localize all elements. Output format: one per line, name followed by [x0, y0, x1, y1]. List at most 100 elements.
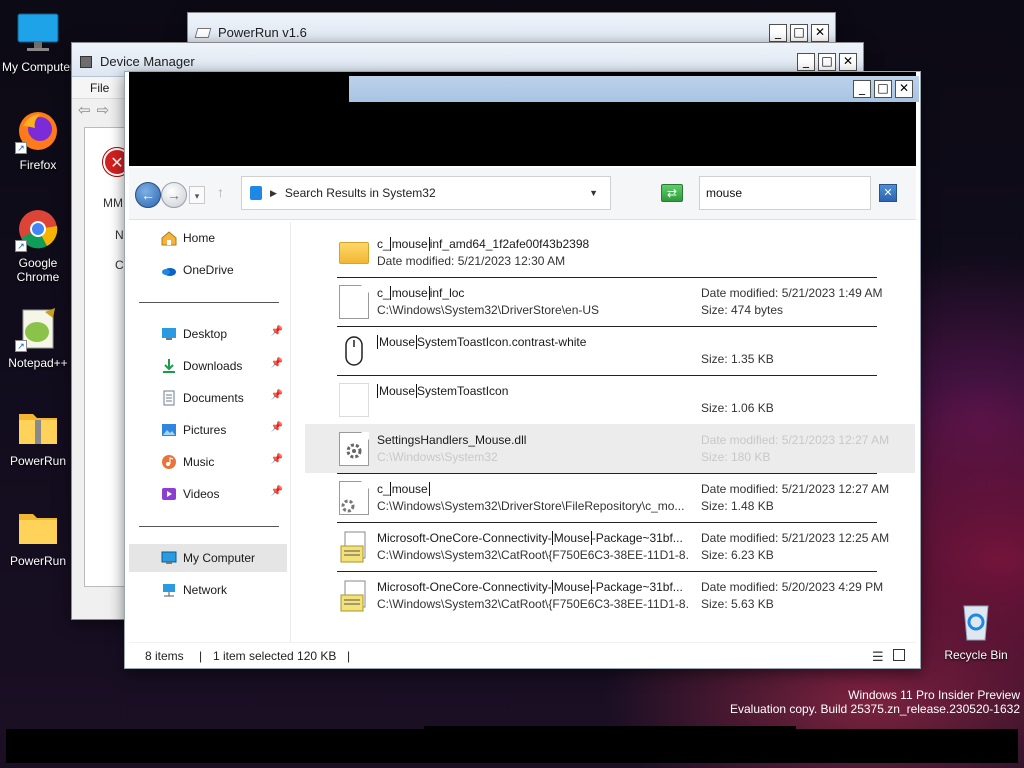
network-icon [163, 584, 175, 597]
desktop-icon [162, 328, 176, 340]
result-size: Size: 474 bytes [701, 303, 784, 317]
nav-divider [139, 302, 279, 303]
desktop-icon-label: My Computer [1, 60, 75, 74]
desktop-icon-my-computer[interactable]: My Computer [0, 10, 76, 74]
tiles-view-icon[interactable] [893, 649, 905, 661]
forward-arrow-icon[interactable]: ⇨ [97, 102, 116, 119]
minimize-button[interactable]: _ [853, 80, 871, 98]
refresh-button[interactable]: ⇄ [661, 184, 683, 202]
result-size: Size: 5.63 KB [701, 597, 774, 611]
explorer-titlebar[interactable]: _ □ ✕ [349, 76, 919, 102]
breadcrumb-caret-icon[interactable]: ▶ [270, 188, 277, 199]
shortcut-arrow-icon: ↗ [15, 240, 27, 252]
device-manager-app-icon [80, 55, 92, 68]
result-path: C:\Windows\System32\CatRoot\{F750E6C3-38… [377, 548, 689, 562]
search-highlight: mouse [389, 237, 430, 251]
back-arrow-icon[interactable]: ⇦ [78, 102, 97, 119]
inf-gear-icon [339, 481, 369, 515]
watermark-edition: Windows 11 Pro Insider Preview [848, 688, 1020, 702]
nav-item-music[interactable]: Music 📌 [129, 448, 287, 476]
maximize-button[interactable]: □ [874, 80, 892, 98]
result-row[interactable]: Microsoft-OneCore-Connectivity- Mouse -Pac… [321, 571, 895, 620]
pin-icon[interactable]: 📌 [271, 358, 283, 369]
details-view-icon[interactable]: ☰ [872, 649, 884, 665]
search-location-icon [250, 186, 262, 200]
search-input[interactable]: mouse [699, 176, 871, 210]
nav-item-my-computer[interactable]: My Computer [129, 544, 287, 572]
result-date: Date modified: 5/21/2023 1:49 AM [701, 286, 883, 300]
search-highlight: Mouse [551, 531, 592, 545]
maximize-button[interactable]: □ [818, 52, 836, 71]
result-row[interactable]: c_ mouse C:\Windows\System32\DriverStore\… [321, 473, 895, 522]
minimize-button[interactable]: _ [797, 52, 815, 71]
nav-item-desktop[interactable]: Desktop 📌 [129, 320, 287, 348]
nav-label: Music [183, 455, 215, 469]
result-date: Date modified: 5/21/2023 12:27 AM [701, 433, 890, 447]
address-bar[interactable]: ▶ Search Results in System32 ▼ [241, 176, 611, 210]
catalog-file-icon [339, 530, 369, 564]
pin-icon[interactable]: 📌 [271, 390, 283, 401]
clear-search-button[interactable]: ✕ [879, 184, 897, 202]
folder-icon [339, 242, 369, 264]
forward-button[interactable]: → [161, 182, 187, 208]
result-date: Date modified: 5/21/2023 12:27 AM [701, 482, 890, 496]
minimize-button[interactable]: _ [769, 23, 787, 42]
desktop-icon-label: Notepad++ [8, 356, 68, 370]
desktop-icon-notepadpp[interactable]: ↗ Notepad++ [0, 306, 76, 370]
result-row-folder[interactable]: c_ mouse inf_amd64_1f2afe00f43b2398 Date m… [321, 228, 895, 277]
nav-label: Network [183, 583, 228, 597]
menu-file[interactable]: File [90, 81, 109, 95]
navigation-pane: Home OneDrive Desktop 📌 Downloads 📌 Docu… [129, 222, 291, 642]
result-name: Mouse SystemToastIcon [377, 384, 509, 398]
videos-icon [162, 488, 176, 500]
selection-info: 1 item selected 120 KB [213, 649, 337, 663]
nav-item-documents[interactable]: Documents 📌 [129, 384, 287, 412]
result-size: Size: 180 KB [701, 450, 771, 464]
pin-icon[interactable]: 📌 [271, 454, 283, 465]
nav-item-videos[interactable]: Videos 📌 [129, 480, 287, 508]
nav-label: Pictures [183, 423, 227, 437]
address-dropdown-icon[interactable]: ▼ [589, 188, 598, 198]
result-row[interactable]: Microsoft-OneCore-Connectivity- Mouse -Pac… [321, 522, 895, 571]
desktop-icon-powerrun-zip[interactable]: PowerRun [0, 404, 76, 468]
powerrun-title: PowerRun v1.6 [218, 25, 307, 40]
search-highlight: Mouse [377, 335, 418, 349]
desktop-icon-powerrun-folder[interactable]: PowerRun [0, 504, 76, 568]
file-icon [339, 285, 369, 319]
result-size: Size: 1.35 KB [701, 352, 774, 366]
shortcut-arrow-icon: ↗ [15, 142, 27, 154]
nav-item-network[interactable]: Network [129, 576, 287, 604]
desktop-icon-recycle-bin[interactable]: Recycle Bin [940, 600, 1012, 662]
nav-label: OneDrive [183, 263, 234, 277]
nav-item-onedrive[interactable]: OneDrive [129, 256, 287, 284]
catalog-file-icon [339, 579, 369, 613]
result-row[interactable]: Mouse SystemToastIcon.contrast-white Size… [321, 326, 895, 375]
explorer-window[interactable]: _ □ ✕ ← → ▾ ↑ ▶ Search Results in System… [124, 71, 921, 669]
recent-locations-dropdown[interactable]: ▾ [189, 186, 205, 204]
result-row[interactable]: c_ mouse inf_loc C:\Windows\System32\Drive… [321, 277, 895, 326]
result-name: c_ mouse inf_amd64_1f2afe00f43b2398 [377, 237, 590, 251]
nav-item-pictures[interactable]: Pictures 📌 [129, 416, 287, 444]
up-arrow-icon[interactable]: ↑ [217, 184, 224, 200]
maximize-button[interactable]: □ [790, 23, 808, 42]
desktop-icon-firefox[interactable]: ↗ Firefox [0, 108, 76, 172]
result-row[interactable]: Mouse SystemToastIcon Size: 1.06 KB [321, 375, 895, 424]
pin-icon[interactable]: 📌 [271, 486, 283, 497]
result-row-selected[interactable]: SettingsHandlers_Mouse.dll C:\Windows\Sy… [305, 424, 915, 473]
pin-icon[interactable]: 📌 [271, 326, 283, 337]
pin-icon[interactable]: 📌 [271, 422, 283, 433]
result-name: Mouse SystemToastIcon.contrast-white [377, 335, 587, 349]
close-button[interactable]: ✕ [839, 52, 857, 71]
back-button[interactable]: ← [135, 182, 161, 208]
result-size: Size: 1.48 KB [701, 499, 774, 513]
close-button[interactable]: ✕ [811, 23, 829, 42]
status-separator: | [347, 649, 351, 663]
nav-item-downloads[interactable]: Downloads 📌 [129, 352, 287, 380]
result-date: Date modified: 5/21/2023 12:30 AM [377, 254, 566, 268]
status-separator: | [199, 649, 203, 663]
close-button[interactable]: ✕ [895, 80, 913, 98]
result-name: Microsoft-OneCore-Connectivity- Mouse -Pac… [377, 531, 683, 545]
nav-item-home[interactable]: Home [129, 224, 287, 252]
desktop-icon-chrome[interactable]: ↗ Google Chrome [0, 206, 76, 284]
taskbar[interactable] [6, 729, 1018, 763]
